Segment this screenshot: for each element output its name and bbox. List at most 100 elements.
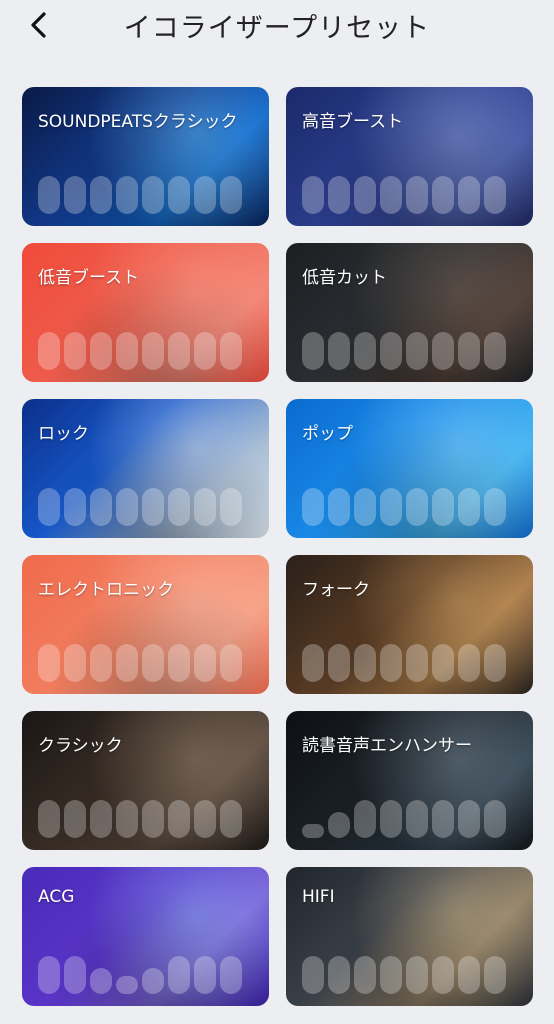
eq-bar — [354, 488, 376, 526]
eq-bar — [194, 488, 216, 526]
eq-bar — [302, 176, 324, 214]
eq-bars-decoration — [38, 644, 242, 682]
eq-bar — [432, 644, 454, 682]
eq-bar — [116, 644, 138, 682]
preset-label: ポップ — [302, 424, 353, 444]
eq-bar — [194, 332, 216, 370]
eq-bar — [168, 956, 190, 994]
eq-bar — [64, 332, 86, 370]
eq-bar — [432, 488, 454, 526]
eq-bar — [354, 176, 376, 214]
preset-card[interactable]: ロック — [22, 399, 269, 538]
preset-label: SOUNDPEATSクラシック — [38, 112, 238, 132]
eq-bar — [302, 488, 324, 526]
eq-bar — [380, 332, 402, 370]
eq-bar — [38, 488, 60, 526]
preset-label: ロック — [38, 424, 89, 444]
eq-bar — [406, 800, 428, 838]
preset-label: エレクトロニック — [38, 580, 174, 600]
eq-bar — [328, 956, 350, 994]
eq-bar — [90, 176, 112, 214]
eq-bar — [484, 488, 506, 526]
eq-bar — [142, 176, 164, 214]
eq-bar — [194, 644, 216, 682]
eq-bar — [220, 332, 242, 370]
eq-bar — [484, 176, 506, 214]
eq-bar — [90, 488, 112, 526]
eq-bars-decoration — [302, 488, 506, 526]
eq-bar — [38, 332, 60, 370]
preset-label: 高音ブースト — [302, 112, 404, 132]
eq-bar — [194, 956, 216, 994]
eq-bar — [432, 176, 454, 214]
eq-bars-decoration — [302, 800, 506, 838]
eq-bar — [64, 176, 86, 214]
eq-bar — [38, 956, 60, 994]
eq-bar — [380, 800, 402, 838]
eq-bar — [220, 176, 242, 214]
preset-card[interactable]: エレクトロニック — [22, 555, 269, 694]
eq-bar — [432, 332, 454, 370]
preset-card[interactable]: 読書音声エンハンサー — [286, 711, 533, 850]
eq-bar — [328, 176, 350, 214]
eq-bar — [64, 644, 86, 682]
eq-bar — [116, 488, 138, 526]
eq-bar — [458, 956, 480, 994]
preset-label: クラシック — [38, 736, 123, 756]
eq-bar — [168, 800, 190, 838]
eq-bar — [484, 644, 506, 682]
preset-card[interactable]: 低音カット — [286, 243, 533, 382]
preset-label: 低音カット — [302, 268, 387, 288]
eq-bars-decoration — [38, 956, 242, 994]
preset-card[interactable]: フォーク — [286, 555, 533, 694]
eq-bar — [458, 644, 480, 682]
eq-bars-decoration — [38, 800, 242, 838]
preset-card[interactable]: 低音ブースト — [22, 243, 269, 382]
preset-card[interactable]: ポップ — [286, 399, 533, 538]
eq-bars-decoration — [302, 176, 506, 214]
eq-bar — [302, 824, 324, 838]
eq-bar — [380, 488, 402, 526]
eq-bar — [458, 800, 480, 838]
eq-bar — [406, 956, 428, 994]
eq-bars-decoration — [302, 644, 506, 682]
preset-card[interactable]: 高音ブースト — [286, 87, 533, 226]
eq-bar — [168, 644, 190, 682]
eq-bar — [380, 956, 402, 994]
eq-bar — [458, 176, 480, 214]
page-title: イコライザープリセット — [123, 13, 431, 44]
preset-label: 低音ブースト — [38, 268, 140, 288]
preset-card[interactable]: HIFI — [286, 867, 533, 1006]
eq-bar — [354, 332, 376, 370]
eq-bar — [38, 800, 60, 838]
preset-label: HIFI — [302, 887, 335, 907]
eq-bars-decoration — [38, 332, 242, 370]
eq-bar — [90, 332, 112, 370]
eq-bar — [64, 488, 86, 526]
eq-bar — [168, 176, 190, 214]
eq-bar — [220, 488, 242, 526]
eq-bar — [38, 176, 60, 214]
eq-bar — [302, 332, 324, 370]
eq-bar — [328, 812, 350, 838]
eq-bar — [220, 644, 242, 682]
preset-label: 読書音声エンハンサー — [302, 736, 472, 756]
eq-bar — [354, 644, 376, 682]
eq-bar — [168, 332, 190, 370]
eq-bar — [328, 644, 350, 682]
preset-card[interactable]: ACG — [22, 867, 269, 1006]
eq-bars-decoration — [302, 332, 506, 370]
eq-bar — [380, 176, 402, 214]
preset-card[interactable]: クラシック — [22, 711, 269, 850]
eq-bar — [142, 488, 164, 526]
eq-bar — [484, 956, 506, 994]
eq-bar — [406, 488, 428, 526]
eq-bar — [484, 800, 506, 838]
eq-bars-decoration — [302, 956, 506, 994]
eq-bars-decoration — [38, 488, 242, 526]
eq-bar — [142, 968, 164, 994]
eq-bar — [116, 976, 138, 994]
preset-card[interactable]: SOUNDPEATSクラシック — [22, 87, 269, 226]
eq-bar — [406, 332, 428, 370]
eq-bar — [142, 800, 164, 838]
